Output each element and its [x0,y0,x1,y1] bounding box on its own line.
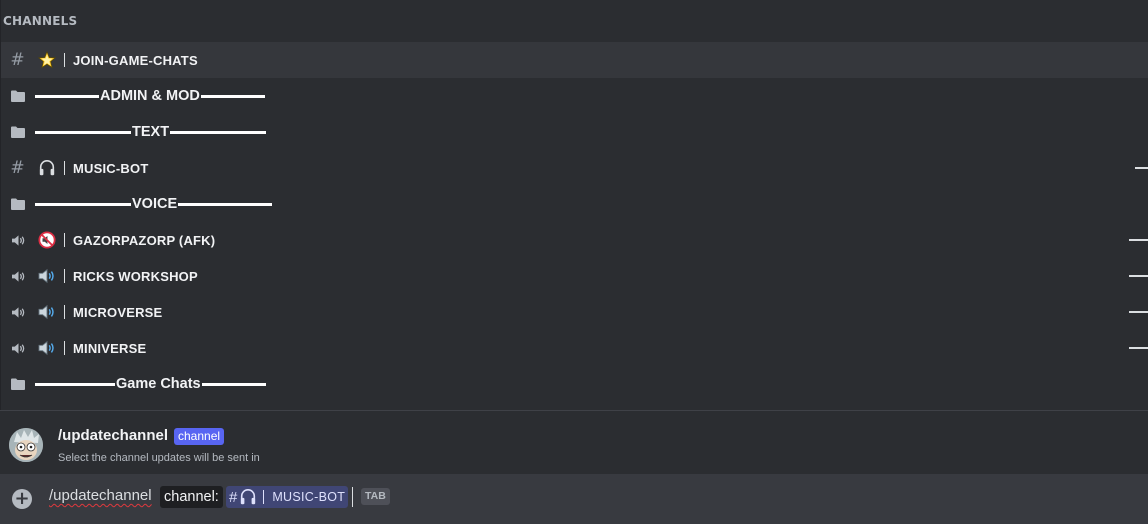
channel-name: MUSIC-BOT [73,160,149,176]
option-hash: # [229,488,238,506]
separator [64,233,65,247]
command-suggestion[interactable]: /updatechannel channel Select the channe… [0,418,1148,474]
folder-icon [11,198,25,210]
folder-icon [11,378,25,390]
category-voice[interactable]: VOICE [1,186,1148,222]
speaker-emoji-icon [35,304,59,320]
channel-name: RICKS WORKSHOP [73,268,198,284]
speaker-icon [11,234,24,246]
separator [64,53,65,67]
separator [64,305,65,319]
row-indicator [1129,275,1148,277]
row-indicator [1129,311,1148,313]
option-label[interactable]: channel: [160,486,223,508]
row-indicator [1129,239,1148,241]
channel-music-bot[interactable]: # MUSIC-BOT [1,150,1148,186]
category-name: Game Chats [116,376,201,392]
option-badge: channel [174,428,225,445]
option-value-name: MUSIC-BOT [272,490,346,504]
option-value[interactable]: # MUSIC-BOT [226,486,349,508]
separator [263,490,265,504]
category-game-chats[interactable]: Game Chats [1,366,1148,402]
separator [64,341,65,355]
category-admin-mod[interactable]: ADMIN & MOD [1,78,1148,114]
speaker-icon [11,270,24,282]
category-text[interactable]: TEXT [1,114,1148,150]
channel-name: MICROVERSE [73,304,163,320]
star-icon [35,51,59,69]
voice-channel-miniverse[interactable]: MINIVERSE [1,330,1148,366]
speaker-icon [11,306,24,318]
category-name: ADMIN & MOD [100,88,200,104]
add-attachment-icon[interactable]: + [12,489,32,509]
command-description: Select the channel updates will be sent … [58,452,260,464]
channels-header: CHANNELS [3,14,78,28]
category-line-right [178,202,273,206]
category-line-left [35,94,99,98]
category-line-left [35,202,131,206]
separator [64,269,65,283]
message-input[interactable]: + /updatechannel channel: # MUSIC-BOT TA… [0,474,1148,524]
channel-name: MINIVERSE [73,340,147,356]
folder-icon [11,126,25,138]
category-line-right [200,94,265,98]
channel-name: GAZORPAZORP (AFK) [73,232,216,248]
text-channel-icon: # [10,158,25,178]
muted-speaker-icon [35,231,59,249]
text-caret [352,487,353,507]
bot-avatar [9,428,43,462]
speaker-icon [11,342,24,354]
command-name: /updatechannel [58,427,169,444]
channel-name: JOIN-GAME-CHATS [73,52,198,68]
channel-join-game-chats[interactable]: # JOIN-GAME-CHATS [1,42,1148,78]
divider [0,410,1148,411]
voice-channel-ricks-workshop[interactable]: RICKS WORKSHOP [1,258,1148,294]
command-text: /updatechannel [49,487,152,504]
folder-icon [11,90,25,102]
channel-list-panel: CHANNELS # JOIN-GAME-CHATS ADMIN & MOD T… [0,0,1148,411]
headphones-icon [241,488,256,505]
slash-command-text: /updatechannel [49,487,152,504]
separator [64,161,65,175]
text-channel-icon: # [10,50,25,70]
category-name: TEXT [132,124,170,140]
category-name: VOICE [132,196,178,212]
headphones-icon [35,159,59,177]
category-line-right [170,130,267,134]
category-line-right [201,382,266,386]
voice-channel-microverse[interactable]: MICROVERSE [1,294,1148,330]
speaker-emoji-icon [35,340,59,356]
category-line-left [35,130,131,134]
tab-hint: TAB [361,488,390,505]
category-line-left [35,382,115,386]
voice-channel-gazorpazorp[interactable]: GAZORPAZORP (AFK) [1,222,1148,258]
row-indicator [1129,347,1148,349]
row-indicator [1135,167,1148,169]
speaker-emoji-icon [35,268,59,284]
